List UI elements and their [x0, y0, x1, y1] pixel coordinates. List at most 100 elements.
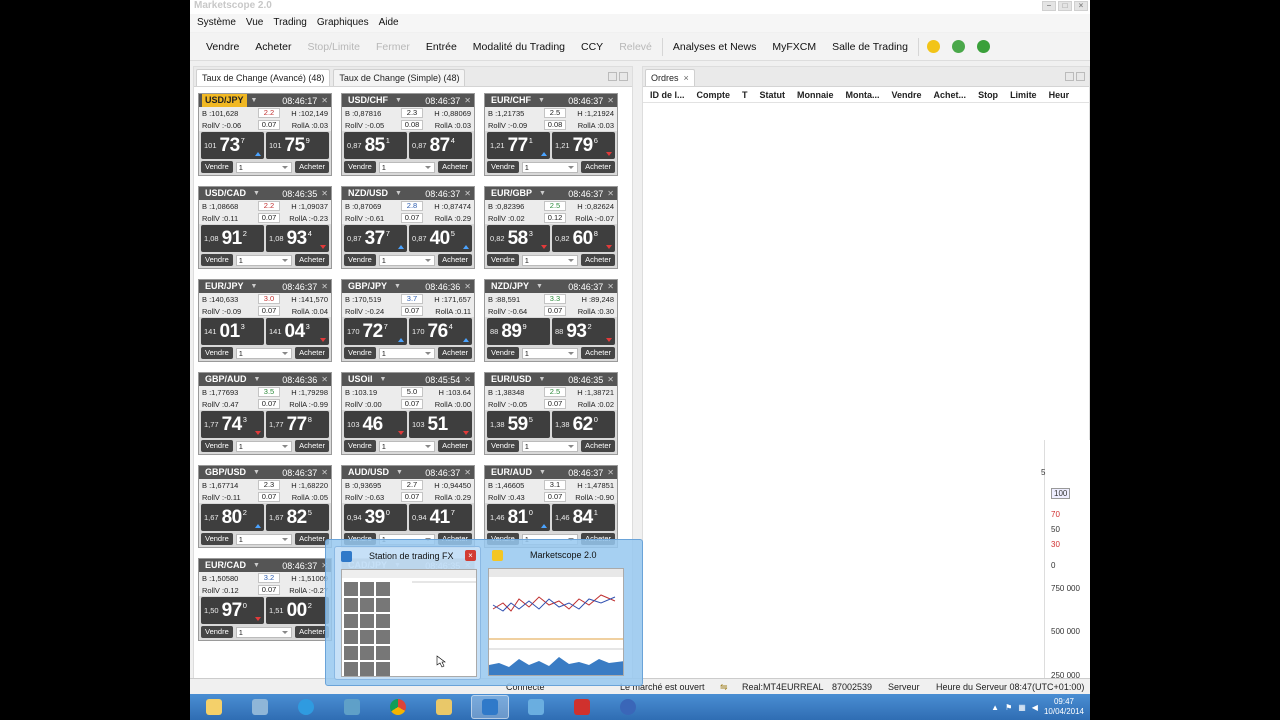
instrument-symbol[interactable]: EUR/JPY	[202, 280, 247, 293]
tile-buy-button[interactable]: Acheter	[295, 533, 329, 545]
instrument-symbol[interactable]: NZD/USD	[345, 187, 391, 200]
taskbar-file-explorer[interactable]	[425, 695, 463, 719]
instrument-symbol[interactable]: GBP/JPY	[345, 280, 390, 293]
chevron-down-icon[interactable]: ▼	[253, 190, 260, 197]
orders-column-header[interactable]: Stop	[978, 90, 998, 100]
rate-tile[interactable]: NZD/JPY ▼ 08:46:37 ✕ B :88,591 3.3 H :89…	[484, 279, 618, 362]
close-position-button[interactable]: Fermer	[368, 33, 418, 61]
rate-tile[interactable]: EUR/AUD ▼ 08:46:37 ✕ B :1,46605 3.1 H :1…	[484, 465, 618, 548]
close-icon[interactable]: ✕	[321, 468, 328, 477]
instrument-symbol[interactable]: USD/CAD	[202, 187, 249, 200]
quantity-select[interactable]: 1	[378, 347, 436, 359]
quantity-select[interactable]: 1	[235, 161, 293, 173]
buy-price-box[interactable]: 1,38 62 0	[552, 411, 615, 438]
rate-tile[interactable]: USD/CAD ▼ 08:46:35 ✕ B :1,08668 2.2 H :1…	[198, 186, 332, 269]
tile-buy-button[interactable]: Acheter	[438, 254, 472, 266]
buy-price-box[interactable]: 0,82 60 8	[552, 225, 615, 252]
tile-sell-button[interactable]: Vendre	[201, 347, 233, 359]
chevron-down-icon[interactable]: ▼	[380, 376, 387, 383]
tile-sell-button[interactable]: Vendre	[487, 161, 519, 173]
orders-column-header[interactable]: Compte	[697, 90, 731, 100]
close-icon[interactable]: ×	[465, 550, 476, 561]
instrument-symbol[interactable]: USD/CHF	[345, 94, 391, 107]
buy-price-box[interactable]: 1,77 77 8	[266, 411, 329, 438]
buy-price-box[interactable]: 0,87 87 4	[409, 132, 472, 159]
close-icon[interactable]: ✕	[607, 468, 614, 477]
rate-tile[interactable]: USD/JPY ▼ 08:46:17 ✕ B :101,628 2.2 H :1…	[198, 93, 332, 176]
tray-arrow-icon[interactable]: ▲	[991, 703, 999, 712]
close-icon[interactable]: ✕	[607, 282, 614, 291]
close-icon[interactable]: ✕	[321, 375, 328, 384]
chevron-down-icon[interactable]: ▼	[536, 283, 543, 290]
sell-price-box[interactable]: 0,87 85 1	[344, 132, 407, 159]
globe-icon[interactable]	[951, 40, 965, 53]
menu-systeme[interactable]: Système	[192, 14, 241, 32]
tile-sell-button[interactable]: Vendre	[344, 440, 376, 452]
rate-tile[interactable]: EUR/JPY ▼ 08:46:37 ✕ B :140,633 3.0 H :1…	[198, 279, 332, 362]
taskbar-acrobat[interactable]	[563, 695, 601, 719]
quantity-select[interactable]: 1	[521, 440, 579, 452]
chevron-down-icon[interactable]: ▼	[539, 376, 546, 383]
system-clock[interactable]: 09:47 10/04/2014	[1044, 697, 1084, 717]
tile-sell-button[interactable]: Vendre	[201, 254, 233, 266]
tile-sell-button[interactable]: Vendre	[344, 254, 376, 266]
taskbar-fx-trading-station[interactable]	[471, 695, 509, 719]
panel-restore-button[interactable]	[608, 72, 617, 81]
instrument-symbol[interactable]: GBP/AUD	[202, 373, 250, 386]
entry-button[interactable]: Entrée	[418, 33, 465, 61]
panel-close-button[interactable]	[619, 72, 628, 81]
rate-tile[interactable]: GBP/USD ▼ 08:46:37 ✕ B :1,67714 2.3 H :1…	[198, 465, 332, 548]
instrument-symbol[interactable]: EUR/USD	[488, 373, 535, 386]
orders-column-header[interactable]: ID de l...	[650, 90, 685, 100]
tab-rates-simple[interactable]: Taux de Change (Simple) (48)	[333, 69, 466, 86]
close-icon[interactable]: ✕	[464, 375, 471, 384]
rate-tile[interactable]: EUR/CHF ▼ 08:46:37 ✕ B :1,21735 2.5 H :1…	[484, 93, 618, 176]
sell-price-box[interactable]: 0,87 37 7	[344, 225, 407, 252]
close-icon[interactable]: ×	[684, 73, 689, 83]
chevron-down-icon[interactable]: ▼	[251, 97, 258, 104]
sell-price-box[interactable]: 1,77 74 3	[201, 411, 264, 438]
chevron-down-icon[interactable]: ▼	[395, 97, 402, 104]
chevron-down-icon[interactable]: ▼	[396, 469, 403, 476]
rate-tile[interactable]: USOil ▼ 08:45:54 ✕ B :103.19 5.0 H :103.…	[341, 372, 475, 455]
orders-column-header[interactable]: Achet...	[934, 90, 967, 100]
chevron-down-icon[interactable]: ▼	[395, 190, 402, 197]
tile-buy-button[interactable]: Acheter	[295, 347, 329, 359]
panel-close-button[interactable]	[1076, 72, 1085, 81]
quantity-select[interactable]: 1	[378, 440, 436, 452]
menu-trading[interactable]: Trading	[268, 14, 312, 32]
taskbar-explorer-folder[interactable]	[195, 695, 233, 719]
quantity-select[interactable]: 1	[235, 254, 293, 266]
orders-column-header[interactable]: Limite	[1010, 90, 1037, 100]
close-icon[interactable]: ✕	[607, 375, 614, 384]
myfxcm-button[interactable]: MyFXCM	[764, 33, 824, 61]
ccy-button[interactable]: CCY	[573, 33, 611, 61]
quantity-select[interactable]: 1	[378, 161, 436, 173]
sell-price-box[interactable]: 1,67 80 2	[201, 504, 264, 531]
chevron-down-icon[interactable]: ▼	[253, 469, 260, 476]
refresh-icon[interactable]	[976, 40, 990, 53]
orders-column-header[interactable]: T	[742, 90, 748, 100]
menu-graphiques[interactable]: Graphiques	[312, 14, 374, 32]
rate-tile[interactable]: EUR/USD ▼ 08:46:35 ✕ B :1,38348 2.5 H :1…	[484, 372, 618, 455]
quantity-select[interactable]: 1	[521, 254, 579, 266]
buy-price-box[interactable]: 170 76 4	[409, 318, 472, 345]
preview-fx-trading-station[interactable]: Station de trading FX ×	[334, 546, 481, 680]
instrument-symbol[interactable]: USD/JPY	[202, 94, 247, 107]
tile-sell-button[interactable]: Vendre	[201, 533, 233, 545]
tile-sell-button[interactable]: Vendre	[487, 440, 519, 452]
rate-tile[interactable]: GBP/AUD ▼ 08:46:36 ✕ B :1,77693 3.5 H :1…	[198, 372, 332, 455]
buy-price-box[interactable]: 1,51 00 2	[266, 597, 329, 624]
tile-buy-button[interactable]: Acheter	[295, 626, 329, 638]
taskbar-app-window[interactable]	[517, 695, 555, 719]
buy-price-box[interactable]: 88 93 2	[552, 318, 615, 345]
volume-icon[interactable]: ◀	[1032, 703, 1038, 712]
chevron-down-icon[interactable]: ▼	[538, 97, 545, 104]
instrument-symbol[interactable]: EUR/AUD	[488, 466, 535, 479]
buy-button[interactable]: Acheter	[247, 33, 299, 61]
rate-tile[interactable]: NZD/USD ▼ 08:46:37 ✕ B :0,87069 2.8 H :0…	[341, 186, 475, 269]
sell-price-box[interactable]: 101 73 7	[201, 132, 264, 159]
tile-buy-button[interactable]: Acheter	[581, 161, 615, 173]
rate-tile[interactable]: EUR/GBP ▼ 08:46:37 ✕ B :0,82396 2.5 H :0…	[484, 186, 618, 269]
sell-price-box[interactable]: 0,82 58 3	[487, 225, 550, 252]
